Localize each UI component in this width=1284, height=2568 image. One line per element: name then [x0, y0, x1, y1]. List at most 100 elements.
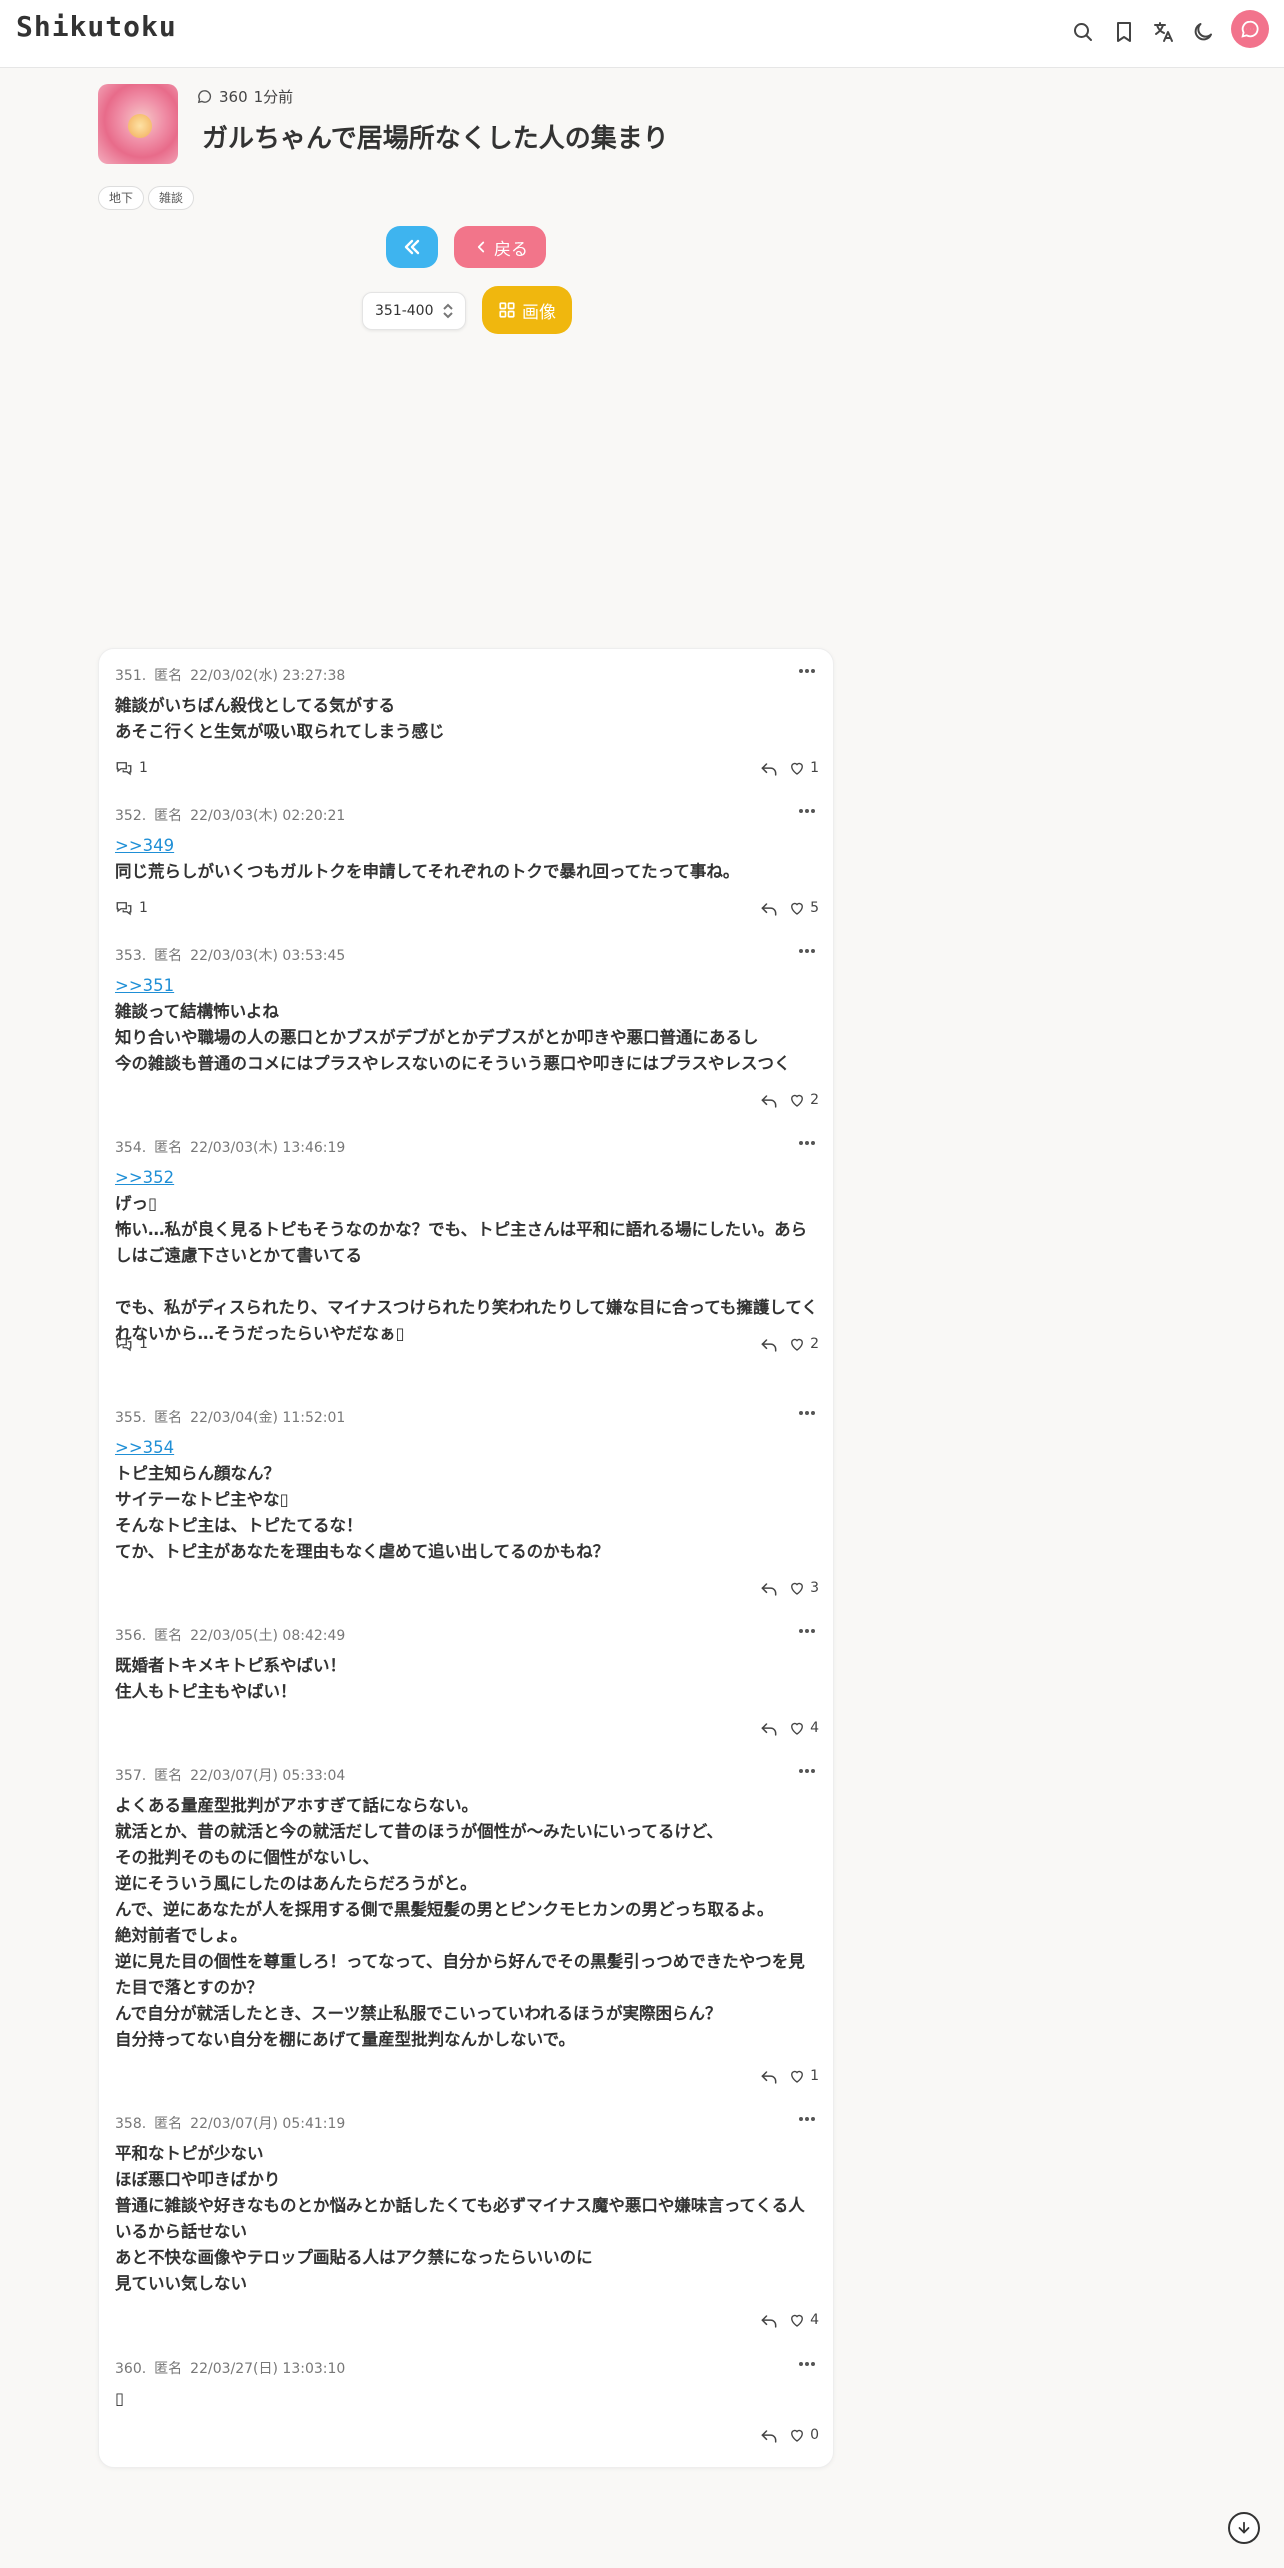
post-footer: 3: [115, 1579, 819, 1603]
like-button[interactable]: 0: [788, 2426, 819, 2444]
post-header: 351. 匿名 22/03/02(水) 23:27:38: [115, 665, 353, 685]
post-date: 22/03/27(日) 13:03:10: [190, 2361, 346, 2377]
like-button[interactable]: 4: [788, 2311, 819, 2329]
back-button[interactable]: 戻る: [454, 226, 546, 268]
post-text-line: んで自分が就活したとき、スーツ禁止私服でこいっていわれるほうが実際困らん？: [115, 2004, 722, 2023]
reply-button[interactable]: [759, 1335, 783, 1359]
heart-icon: [791, 1582, 804, 1595]
heart-icon: [791, 2070, 804, 2083]
time-ago: 1分前: [253, 88, 294, 106]
more-options-button[interactable]: [795, 799, 819, 823]
post-number[interactable]: 356.: [115, 1628, 146, 1644]
reply-link[interactable]: >>351: [115, 973, 819, 999]
reply-button[interactable]: [759, 759, 783, 783]
like-button[interactable]: 4: [788, 1719, 819, 1737]
post-date: 22/03/02(水) 23:27:38: [190, 668, 346, 684]
more-options-button[interactable]: [795, 659, 819, 683]
image-button[interactable]: 画像: [482, 286, 572, 334]
scroll-down-button[interactable]: [1228, 2512, 1260, 2544]
more-options-button[interactable]: [795, 2107, 819, 2131]
post-number[interactable]: 354.: [115, 1140, 146, 1156]
post-text-line: んで、逆にあなたが人を採用する側で黒髪短髪の男とピンクモヒカンの男どっち取るよ。: [115, 1900, 774, 1919]
more-options-button[interactable]: [795, 1131, 819, 1155]
tag-zatsudan[interactable]: 雑談: [148, 186, 195, 210]
more-dots-icon: [799, 2117, 815, 2121]
reply-link[interactable]: >>354: [115, 1435, 819, 1461]
first-page-button[interactable]: [386, 226, 438, 268]
more-options-button[interactable]: [795, 2352, 819, 2376]
more-options-button[interactable]: [795, 1401, 819, 1425]
post-text-line: そんなトピ主は、トピたてるな！: [115, 1516, 363, 1535]
like-button[interactable]: 2: [788, 1091, 819, 1109]
reply-button[interactable]: [759, 1091, 783, 1115]
more-options-button[interactable]: [795, 1619, 819, 1643]
reply-button[interactable]: [759, 899, 783, 923]
more-options-button[interactable]: [795, 1759, 819, 1783]
post-text-line: 自分持ってない自分を棚にあげて量産型批判なんかしないで。: [115, 2030, 576, 2049]
like-button[interactable]: 2: [788, 1335, 819, 1353]
post-number[interactable]: 351.: [115, 668, 146, 684]
post-footer: 15: [115, 899, 819, 923]
post-body: 既婚者トキメキトピ系やばい！ 住人もトピ主もやばい！: [115, 1653, 819, 1705]
page-range-value: 351-400: [375, 303, 434, 319]
like-button[interactable]: 5: [788, 899, 819, 917]
comments-icon: [116, 1338, 132, 1352]
post-header: 353. 匿名 22/03/03(木) 03:53:45: [115, 945, 353, 965]
translate-icon[interactable]: [1145, 14, 1181, 50]
double-chevron-left-icon: [404, 239, 420, 255]
more-options-button[interactable]: [795, 939, 819, 963]
reply-count[interactable]: 1: [115, 1335, 148, 1353]
reply-button[interactable]: [759, 2311, 783, 2335]
like-button[interactable]: 1: [788, 2067, 819, 2085]
post-number[interactable]: 355.: [115, 1410, 146, 1426]
heart-icon: [791, 2314, 804, 2327]
moon-icon[interactable]: [1185, 14, 1221, 50]
reply-link[interactable]: >>352: [115, 1165, 819, 1191]
post-footer: 1: [115, 2067, 819, 2091]
post-text-line: 逆に見た目の個性を尊重しろ！ってなって、自分から好んでその黒髪引っつめできたやつ…: [115, 1952, 805, 1997]
reply-button[interactable]: [759, 1719, 783, 1743]
bookmark-icon[interactable]: [1106, 14, 1142, 50]
post-author: 匿名: [154, 2116, 183, 2132]
post-number[interactable]: 358.: [115, 2116, 146, 2132]
select-arrows-icon: [443, 303, 453, 319]
post-text-line: 既婚者トキメキトピ系やばい！: [115, 1656, 346, 1675]
reply-button[interactable]: [759, 1579, 783, 1603]
post-text-line: 住人もトピ主もやばい！: [115, 1682, 297, 1701]
post-header: 358. 匿名 22/03/07(月) 05:41:19: [115, 2113, 353, 2133]
page-range-select[interactable]: 351-400: [362, 292, 466, 330]
post-header: 352. 匿名 22/03/03(木) 02:20:21: [115, 805, 353, 825]
reply-count[interactable]: 1: [115, 899, 148, 917]
more-dots-icon: [799, 2362, 815, 2366]
reply-button[interactable]: [759, 2426, 783, 2450]
reply-button[interactable]: [759, 2067, 783, 2091]
reply-link[interactable]: >>349: [115, 833, 819, 859]
reply-count[interactable]: 1: [115, 759, 148, 777]
post-date: 22/03/03(木) 02:20:21: [190, 808, 346, 824]
post-number[interactable]: 357.: [115, 1768, 146, 1784]
more-dots-icon: [799, 809, 815, 813]
like-button[interactable]: 1: [788, 759, 819, 777]
post-number[interactable]: 360.: [115, 2361, 146, 2377]
post-body: >>352 げっ▯ 怖い…私が良く見るトピもそうなのかな？でも、トピ主さんは平和に語…: [115, 1165, 819, 1347]
post-number[interactable]: 352.: [115, 808, 146, 824]
post-text-line: 雑談がいちばん殺伐としてる気がする: [115, 696, 396, 715]
reply-arrow-icon: [761, 1095, 777, 1108]
post-header: 354. 匿名 22/03/03(木) 13:46:19: [115, 1137, 353, 1157]
topic-thumbnail: [98, 84, 178, 164]
post-number[interactable]: 353.: [115, 948, 146, 964]
like-count: 4: [810, 1720, 819, 1736]
chat-icon[interactable]: [1231, 10, 1269, 48]
post-author: 匿名: [154, 808, 183, 824]
like-count: 0: [810, 2427, 819, 2443]
site-logo[interactable]: Shikutoku: [16, 10, 177, 43]
reply-count-value: 1: [139, 760, 148, 776]
search-icon[interactable]: [1065, 14, 1101, 50]
post-text-line: サイテーなトピ主やな▯: [115, 1490, 289, 1509]
like-button[interactable]: 3: [788, 1579, 819, 1597]
tag-chika[interactable]: 地下: [98, 186, 145, 210]
post-text-line: その批判そのものに個性がないし、: [115, 1848, 379, 1867]
heart-icon: [791, 1094, 804, 1107]
reply-count-value: 1: [139, 1336, 148, 1352]
post-author: 匿名: [154, 948, 183, 964]
